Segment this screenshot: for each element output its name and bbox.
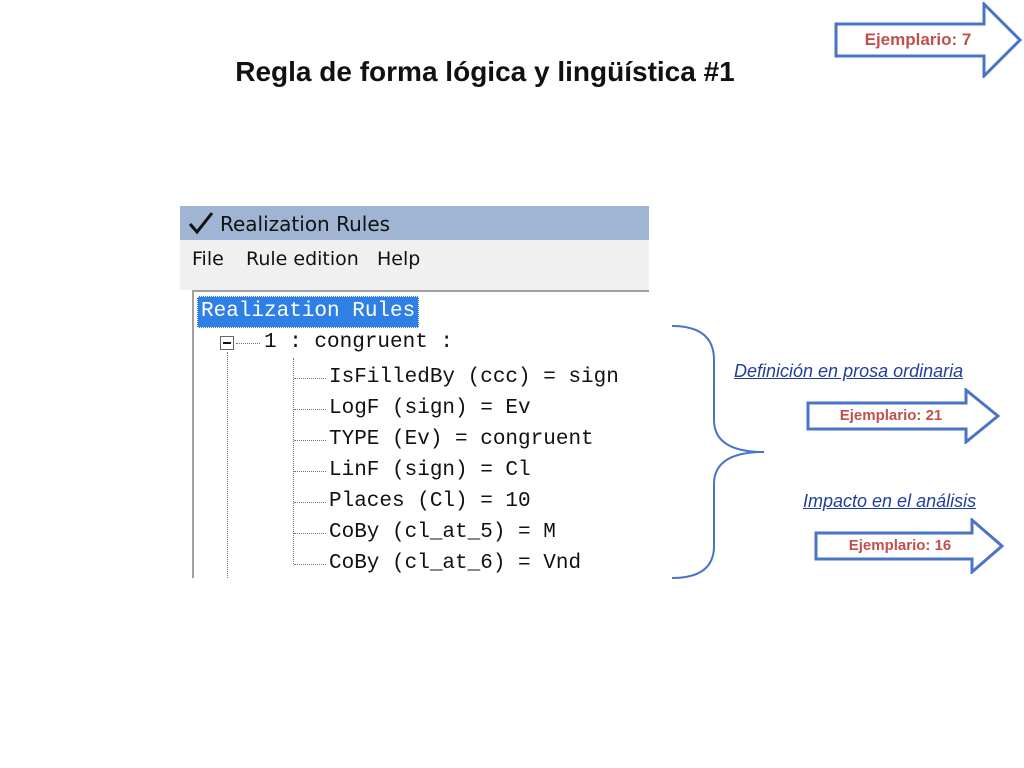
tree-root-node[interactable]: Realization Rules — [197, 296, 420, 328]
rules-tree-view[interactable]: Realization Rules 1 : congruent : IsFill… — [192, 290, 649, 578]
window-title: Realization Rules — [220, 212, 391, 236]
tree-rule-node[interactable]: 1 : congruent : — [264, 329, 453, 357]
tree-child-node[interactable]: TYPE (Ev) = congruent — [329, 426, 594, 454]
ejemplario-7-label: Ejemplario: 7 — [864, 30, 972, 49]
tree-child-node[interactable]: CoBy (cl_at_6) = Vnd — [329, 550, 581, 578]
ejemplario-21-arrow-button[interactable]: Ejemplario: 21 — [806, 388, 1000, 444]
window-titlebar: Realization Rules — [180, 206, 649, 240]
tree-child-node[interactable]: Places (Cl) = 10 — [329, 488, 531, 516]
tree-connector — [227, 352, 228, 578]
ejemplario-21-label: Ejemplario: 21 — [839, 407, 943, 424]
tree-child-node[interactable]: CoBy (cl_at_5) = M — [329, 519, 556, 547]
tree-connector — [294, 533, 326, 534]
impact-analysis-link[interactable]: Impacto en el análisis — [803, 491, 976, 512]
menu-rule-edition[interactable]: Rule edition — [246, 248, 359, 270]
tree-connector — [294, 564, 326, 565]
tree-child-node[interactable]: IsFilledBy (ccc) = sign — [329, 364, 619, 392]
tree-connector — [294, 409, 326, 410]
right-brace-icon — [671, 325, 765, 579]
tree-child-node[interactable]: LinF (sign) = Cl — [329, 457, 531, 485]
tree-connector — [294, 440, 326, 441]
checkmark-icon — [188, 212, 214, 235]
tree-connector — [294, 502, 326, 503]
tree-connector — [294, 471, 326, 472]
tree-connector — [294, 378, 326, 379]
slide-title: Regla de forma lógica y lingüística #1 — [235, 56, 735, 87]
menu-help[interactable]: Help — [377, 248, 420, 270]
collapse-minus-icon[interactable] — [220, 336, 234, 350]
ejemplario-16-arrow-button[interactable]: Ejemplario: 16 — [814, 518, 1004, 574]
menu-bar: File Rule edition Help — [180, 240, 649, 290]
prose-definition-link[interactable]: Definición en prosa ordinaria — [734, 361, 963, 382]
ejemplario-7-arrow-button[interactable]: Ejemplario: 7 — [834, 2, 1022, 78]
menu-file[interactable]: File — [192, 248, 224, 270]
tree-connector — [236, 343, 260, 344]
realization-rules-window: Realization Rules File Rule edition Help… — [180, 206, 649, 578]
ejemplario-16-label: Ejemplario: 16 — [848, 537, 952, 554]
tree-child-node[interactable]: LogF (sign) = Ev — [329, 395, 531, 423]
